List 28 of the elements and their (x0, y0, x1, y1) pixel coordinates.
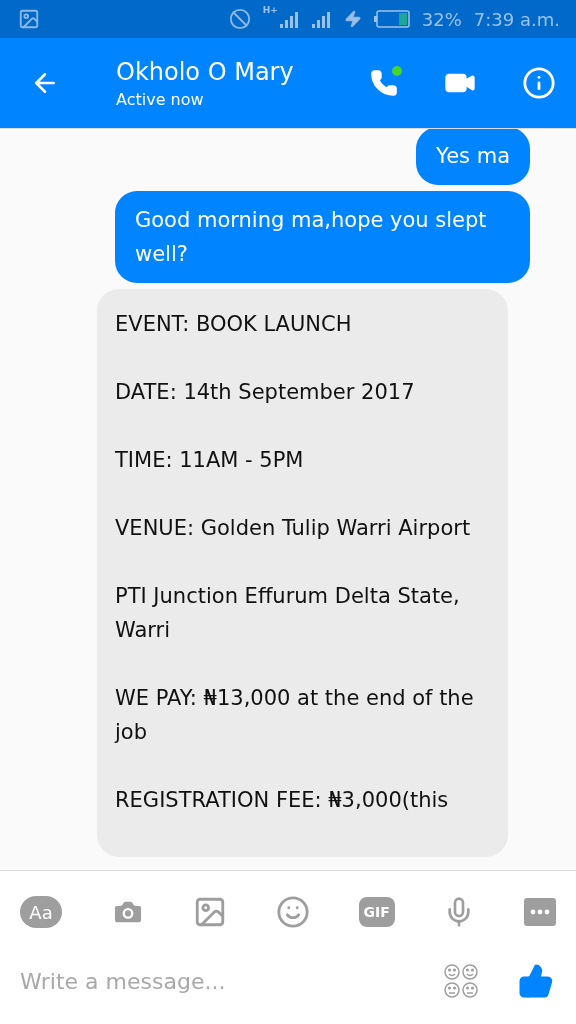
gif-button[interactable]: GIF (358, 897, 395, 927)
message-input[interactable]: Write a message... (18, 967, 444, 995)
message-text: EVENT: BOOK LAUNCH (115, 311, 353, 338)
contact-status: Active now (116, 89, 205, 109)
text-style-button[interactable]: Aa (20, 896, 62, 928)
message-text: Yes ma (436, 143, 510, 170)
network-type-label: H+ (262, 5, 278, 15)
gallery-icon (18, 8, 40, 30)
message-text: DATE: 14th September 2017 (115, 379, 416, 406)
battery-percent: 32% (421, 8, 462, 30)
message-text: WE PAY: ₦13,000 at the end of the job (115, 685, 475, 746)
battery-icon (373, 10, 410, 28)
message-text: TIME: 11AM - 5PM (115, 447, 305, 474)
emoji-icon[interactable] (444, 964, 478, 998)
do-not-disturb-icon (228, 8, 251, 30)
message-text: REGISTRATION FEE: ₦3,000(this (115, 787, 450, 814)
signal-icon (311, 10, 332, 28)
signal-icon (279, 10, 300, 28)
message-text: PTI Junction Effurum Delta State, Warri (115, 583, 461, 644)
like-button[interactable] (518, 963, 554, 999)
message-text: VENUE: Golden Tulip Warri Airport (115, 515, 472, 542)
contact-name: Okholo O Mary (116, 57, 295, 86)
message-text: Good morning ma,hope you slept well? (135, 207, 488, 268)
info-button[interactable] (522, 66, 556, 100)
emoji-button[interactable] (275, 895, 310, 929)
clock-time: 7:39 a.m. (473, 8, 560, 30)
more-icon[interactable] (523, 898, 556, 926)
charging-icon (343, 10, 362, 28)
